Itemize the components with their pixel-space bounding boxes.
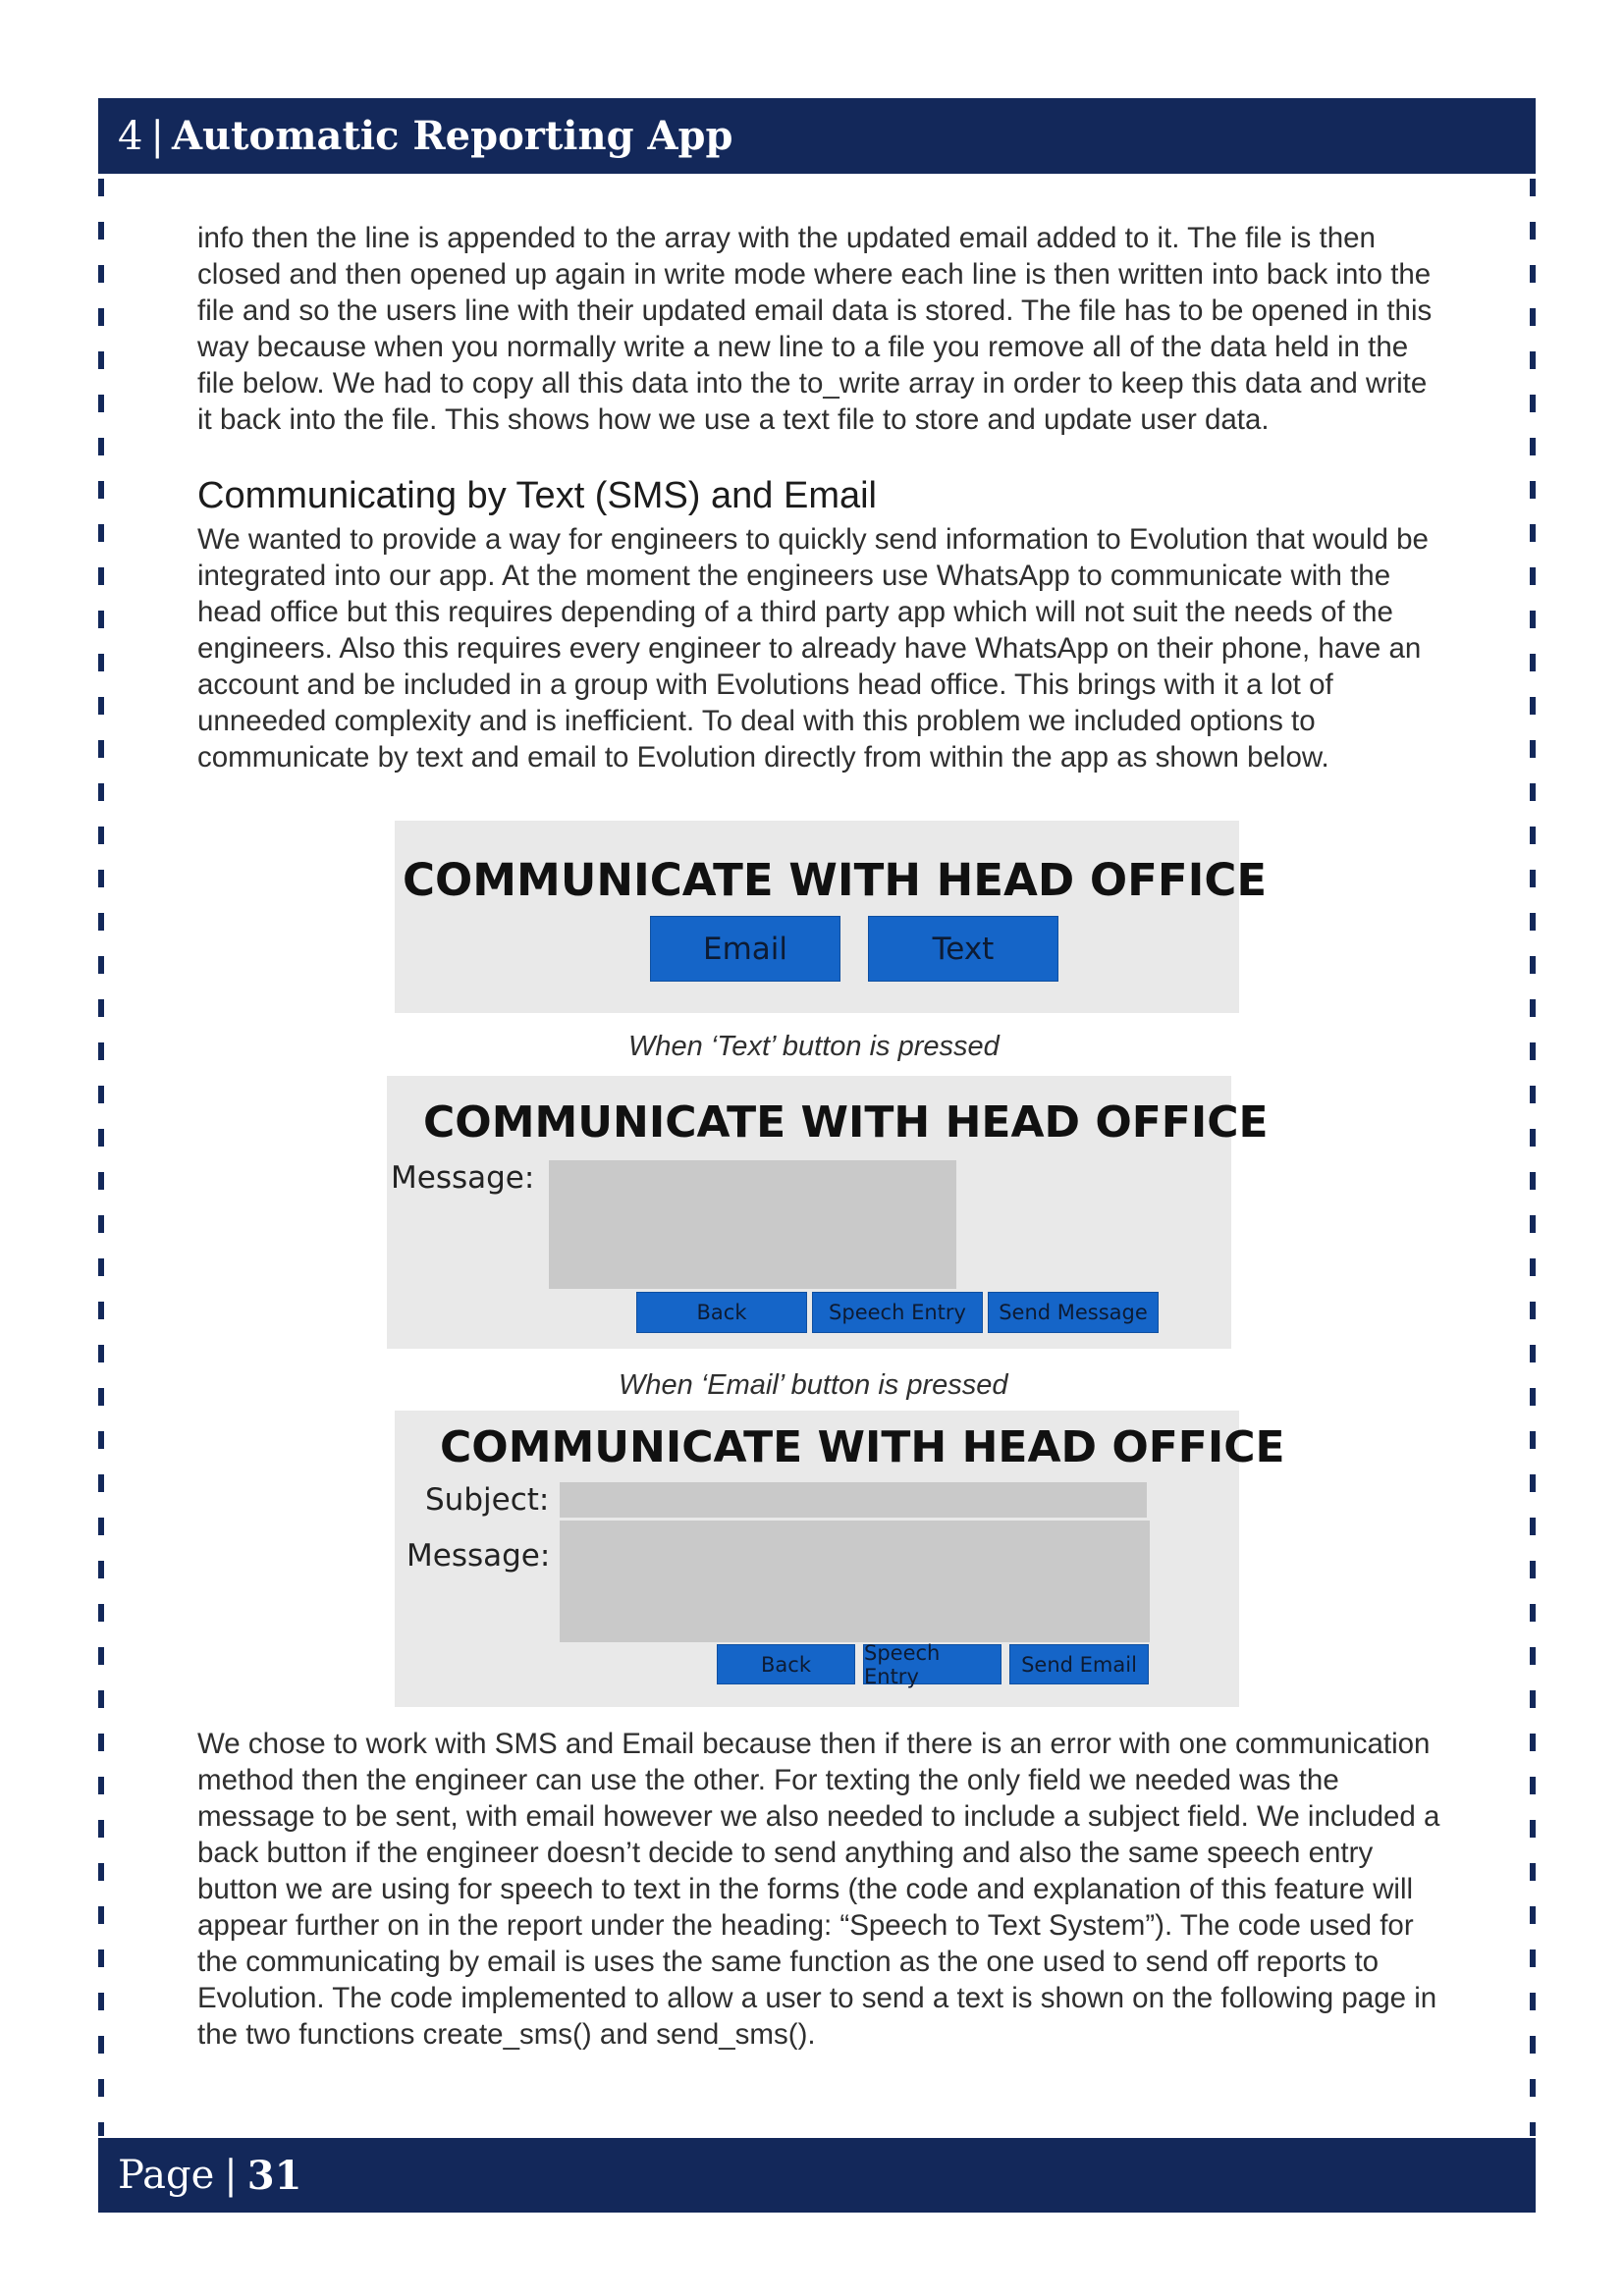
speech-entry-button[interactable]: Speech Entry xyxy=(863,1641,1001,1688)
footer-separator: | xyxy=(224,2153,238,2198)
page-label: Page xyxy=(118,2153,215,2198)
page-footer: Page | 31 xyxy=(98,2138,1536,2213)
paragraph-3: We chose to work with SMS and Email beca… xyxy=(197,1728,1440,2051)
page-header: 4 | Automatic Reporting App xyxy=(98,98,1536,174)
back-button[interactable]: Back xyxy=(636,1292,807,1333)
screenshot-text-form: COMMUNICATE WITH HEAD OFFICE Message: Ba… xyxy=(387,1076,1269,1349)
back-button[interactable]: Back xyxy=(717,1644,855,1684)
chapter-title: Automatic Reporting App xyxy=(171,113,733,159)
message-field[interactable] xyxy=(549,1160,956,1289)
left-dashed-border xyxy=(98,179,104,2136)
send-message-button[interactable]: Send Message xyxy=(988,1292,1159,1333)
caption-email-pressed: When ‘Email’ button is pressed xyxy=(619,1369,1008,1401)
chapter-number: 4 xyxy=(118,113,143,159)
screenshot-title: COMMUNICATE WITH HEAD OFFICE xyxy=(403,854,1268,906)
send-email-button[interactable]: Send Email xyxy=(1009,1644,1149,1684)
header-separator: | xyxy=(150,113,164,159)
screenshot-title: COMMUNICATE WITH HEAD OFFICE xyxy=(440,1422,1285,1472)
screenshot-main-menu: COMMUNICATE WITH HEAD OFFICE Email Text xyxy=(395,821,1267,1013)
paragraph-2: We wanted to provide a way for engineers… xyxy=(197,523,1429,774)
body-content: info then the line is appended to the ar… xyxy=(197,220,1444,438)
text-button[interactable]: Text xyxy=(868,916,1058,982)
caption-text-pressed: When ‘Text’ button is pressed xyxy=(628,1031,1000,1062)
message-label: Message: xyxy=(406,1538,551,1574)
screenshot-email-form: COMMUNICATE WITH HEAD OFFICE Subject: Me… xyxy=(395,1411,1285,1707)
email-button[interactable]: Email xyxy=(650,916,840,982)
subject-label: Subject: xyxy=(425,1482,550,1518)
speech-entry-button[interactable]: Speech Entry xyxy=(812,1292,983,1333)
right-dashed-border xyxy=(1530,179,1536,2136)
section-heading: Communicating by Text (SMS) and Email xyxy=(197,475,877,516)
paragraph-1: info then the line is appended to the ar… xyxy=(197,222,1433,436)
message-field[interactable] xyxy=(560,1521,1150,1642)
subject-field[interactable] xyxy=(560,1482,1147,1518)
page-number: 31 xyxy=(246,2152,302,2199)
message-label: Message: xyxy=(391,1160,535,1196)
screenshot-title: COMMUNICATE WITH HEAD OFFICE xyxy=(423,1097,1269,1148)
